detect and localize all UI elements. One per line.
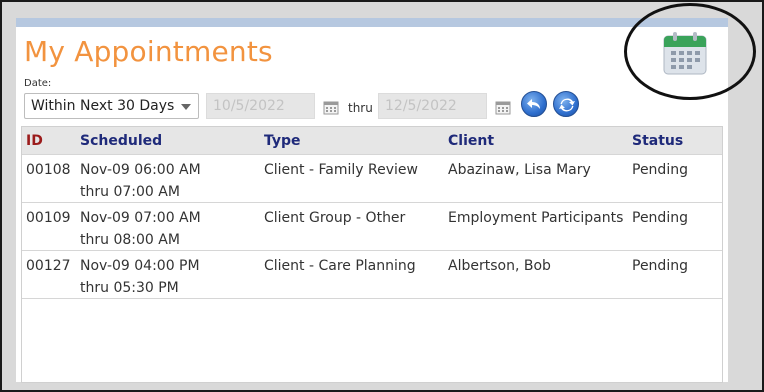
refresh-button[interactable] bbox=[553, 91, 579, 117]
cell-id: 00127 bbox=[26, 258, 71, 274]
table-header: ID Scheduled Type Client Status bbox=[22, 127, 722, 155]
chevron-down-icon bbox=[181, 104, 191, 110]
scheduled-end: thru 08:00 AM bbox=[80, 232, 180, 248]
cell-type: Client Group - Other bbox=[264, 210, 406, 226]
cell-scheduled: Nov-09 04:00 PM thru 05:30 PM bbox=[80, 255, 200, 299]
refresh-icon bbox=[559, 98, 575, 112]
table-row[interactable]: 00127 Nov-09 04:00 PM thru 05:30 PM Clie… bbox=[22, 251, 722, 299]
cell-status: Pending bbox=[632, 258, 688, 274]
cell-type: Client - Care Planning bbox=[264, 258, 416, 274]
date-label: Date: bbox=[24, 78, 52, 89]
cell-type: Client - Family Review bbox=[264, 162, 418, 178]
cell-client: Employment Participants bbox=[448, 210, 624, 226]
back-button[interactable] bbox=[521, 91, 547, 117]
table-row[interactable]: 00108 Nov-09 06:00 AM thru 07:00 AM Clie… bbox=[22, 155, 722, 203]
cell-scheduled: Nov-09 07:00 AM thru 08:00 AM bbox=[80, 207, 201, 251]
thru-label: thru bbox=[348, 101, 373, 115]
column-header-id[interactable]: ID bbox=[26, 133, 43, 149]
cell-id: 00109 bbox=[26, 210, 71, 226]
cell-client: Albertson, Bob bbox=[448, 258, 551, 274]
scheduled-start: Nov-09 04:00 PM bbox=[80, 258, 200, 274]
column-header-type[interactable]: Type bbox=[264, 133, 301, 149]
appointments-table: ID Scheduled Type Client Status 00108 No… bbox=[21, 126, 723, 383]
date-range-value: Within Next 30 Days bbox=[31, 98, 175, 114]
scheduled-end: thru 07:00 AM bbox=[80, 184, 180, 200]
end-date-input[interactable]: 12/5/2022 bbox=[378, 93, 487, 119]
cell-status: Pending bbox=[632, 162, 688, 178]
cell-client: Abazinaw, Lisa Mary bbox=[448, 162, 591, 178]
cell-status: Pending bbox=[632, 210, 688, 226]
cell-scheduled: Nov-09 06:00 AM thru 07:00 AM bbox=[80, 159, 201, 203]
scheduled-start: Nov-09 06:00 AM bbox=[80, 162, 201, 178]
column-header-status[interactable]: Status bbox=[632, 133, 683, 149]
page-title: My Appointments bbox=[24, 35, 273, 68]
scheduled-end: thru 05:30 PM bbox=[80, 280, 179, 296]
appointments-panel: My Appointments Date: Within Next 30 Day… bbox=[16, 18, 728, 383]
cell-id: 00108 bbox=[26, 162, 71, 178]
end-date-calendar-icon[interactable] bbox=[495, 99, 511, 115]
date-range-select[interactable]: Within Next 30 Days bbox=[24, 93, 199, 119]
undo-arrow-icon bbox=[527, 99, 540, 109]
scheduled-start: Nov-09 07:00 AM bbox=[80, 210, 201, 226]
column-header-scheduled[interactable]: Scheduled bbox=[80, 133, 162, 149]
table-row[interactable]: 00109 Nov-09 07:00 AM thru 08:00 AM Clie… bbox=[22, 203, 722, 251]
start-date-input[interactable]: 10/5/2022 bbox=[206, 93, 315, 119]
start-date-calendar-icon[interactable] bbox=[323, 99, 339, 115]
highlight-circle bbox=[624, 3, 756, 100]
column-header-client[interactable]: Client bbox=[448, 133, 494, 149]
